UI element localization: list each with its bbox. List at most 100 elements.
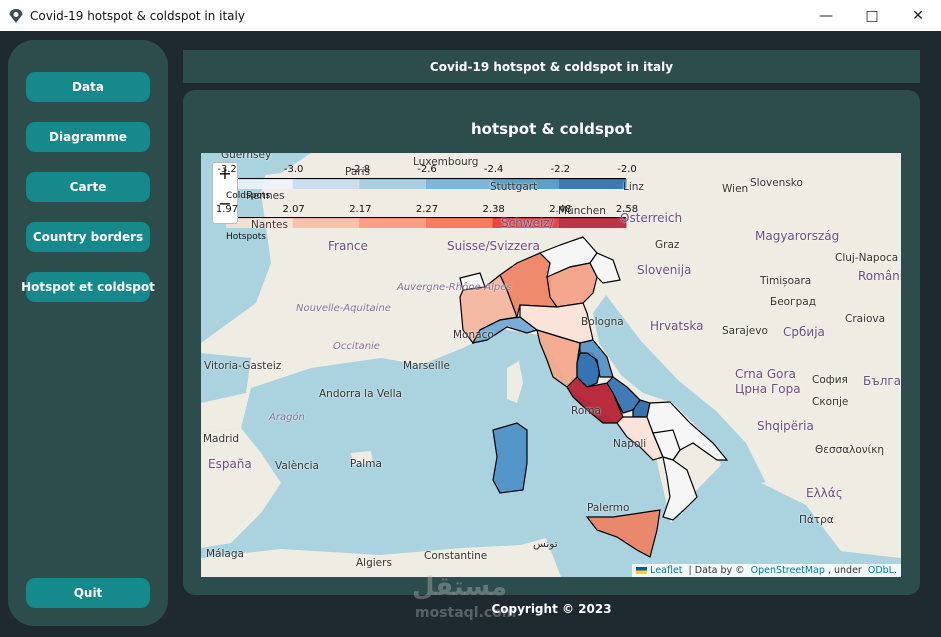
window-title: Covid-19 hotspot & coldspot in italy [30, 8, 245, 23]
tick-label: 2.27 [415, 204, 439, 215]
quit-button[interactable]: Quit [26, 578, 150, 608]
country-borders-button[interactable]: Country borders [26, 222, 150, 252]
map-label: Hrvatska [650, 319, 704, 333]
tick-label: 2.58 [615, 204, 639, 215]
map-label: Timișoara [760, 275, 812, 287]
tick-label: -2.8 [350, 164, 371, 175]
map-label: Nantes [251, 219, 288, 231]
carte-button[interactable]: Carte [26, 172, 150, 202]
copyright: Copyright © 2023 [491, 602, 612, 616]
map-label: Andorra la Vella [319, 388, 402, 400]
title-bar: Covid-19 hotspot & coldspot in italy — □… [0, 0, 941, 31]
map-label: Ελλάς [806, 486, 843, 500]
map-label: Shqipëria [757, 419, 814, 433]
map-label: Nouvelle-Aquitaine [296, 303, 391, 314]
map-label: Graz [655, 239, 680, 251]
coldspot-swatch [559, 179, 627, 189]
hotspot-swatch [359, 218, 427, 228]
map-label: Palma [350, 458, 382, 470]
app-icon [9, 8, 23, 23]
minimize-button[interactable]: — [803, 0, 849, 31]
map-label: Bologna [581, 316, 624, 328]
map-label: Auvergne-Rhône-Alpes [397, 282, 512, 293]
attribution-text-1: | Data by © [685, 565, 748, 576]
watermark-arabic: مستقل [412, 572, 508, 602]
map-label: Linz [623, 181, 644, 193]
coldspot-swatch [292, 179, 360, 189]
map-label: Црна Гора [735, 382, 801, 396]
map-attribution: Leaflet | Data by © OpenStreetMap , unde… [632, 564, 901, 577]
map-label: Napoli [613, 438, 647, 450]
map-label: Slovensko [750, 177, 803, 189]
odbl-link[interactable]: ODbL. [868, 565, 897, 576]
map-label: Craiova [845, 313, 886, 325]
close-button[interactable]: ✕ [895, 0, 941, 31]
map-label: Скопје [812, 396, 849, 408]
map[interactable]: Paris Luxembourg Stuttgart Linz Wien Slovensk… [201, 153, 901, 577]
map-label: Београд [770, 296, 816, 308]
region-sardegna[interactable] [492, 422, 528, 494]
tick-label: -3.0 [283, 164, 304, 175]
map-label: València [275, 460, 319, 472]
ukraine-flag-icon [636, 567, 648, 574]
hotspot-coldspot-button[interactable]: Hotspot et coldspot [21, 272, 155, 302]
tick-label: 2.48 [549, 204, 572, 215]
map-label: Wien [722, 183, 749, 195]
attribution-text-2: , under [827, 565, 865, 576]
map-label: Πάτρα [799, 514, 834, 526]
map-label: France [328, 239, 368, 253]
tick-label: 2.07 [282, 204, 305, 215]
map-label: Monaco [453, 329, 494, 341]
diagramme-button[interactable]: Diagramme [26, 122, 150, 152]
coldspot-swatch [426, 179, 494, 189]
map-label: Crna Gora [735, 367, 796, 381]
osm-link[interactable]: OpenStreetMap [751, 565, 825, 576]
map-label: Vitoria-Gasteiz [204, 360, 282, 372]
hotspots-caption: Hotspots [226, 232, 266, 242]
map-label: Málaga [206, 548, 244, 560]
map-label: Cluj-Napoca [835, 252, 899, 264]
page-header: Covid-19 hotspot & coldspot in italy [183, 50, 920, 83]
map-label: Sarajevo [722, 325, 768, 337]
panel-title: hotspot & coldspot [470, 120, 633, 138]
map-label: Θεσσαλονίκη [815, 444, 885, 456]
map-label: España [208, 457, 252, 471]
map-label: Palermo [587, 502, 630, 514]
map-label: Madrid [203, 433, 240, 445]
data-button[interactable]: Data [26, 72, 150, 102]
map-label: Suisse/Svizzera [447, 239, 540, 253]
map-label: Slovenija [637, 263, 692, 277]
map-label: Србија [783, 325, 825, 339]
map-label: Schweiz/ [501, 216, 554, 230]
map-label: Constantine [424, 550, 488, 562]
tick-label: 2.17 [349, 204, 372, 215]
map-label: Guernsey [221, 153, 272, 161]
maximize-button[interactable]: □ [849, 0, 895, 31]
coldspot-swatch [359, 179, 427, 189]
tick-label: -2.4 [483, 164, 504, 175]
hotspot-swatch [426, 218, 494, 228]
map-label: Roma [571, 405, 601, 417]
map-label: تونس [533, 538, 558, 550]
coldspot-colorbar [226, 179, 627, 189]
map-label: Aragón [269, 412, 305, 423]
tick-label: -2.2 [550, 164, 571, 175]
map-label: Occitanie [333, 341, 380, 352]
tick-label: -3.2 [217, 164, 237, 175]
map-label: Marseille [403, 360, 450, 372]
map-label: София [812, 374, 848, 386]
tick-label: -2.6 [417, 164, 437, 175]
tick-label: 1.97 [215, 204, 239, 215]
map-label: Magyarország [755, 229, 840, 243]
hotspot-swatch [292, 218, 360, 228]
map-label: Stuttgart [490, 181, 538, 193]
hotspot-swatch [559, 218, 627, 228]
sidebar: Data Diagramme Carte Country borders Hot… [8, 40, 168, 626]
map-label: România [858, 269, 901, 283]
tick-label: -2.0 [617, 164, 637, 175]
map-label: България [863, 374, 901, 388]
map-label: Algiers [356, 557, 392, 569]
coldspots-caption: Coldspots [226, 191, 271, 201]
tick-label: 2.38 [482, 204, 505, 215]
leaflet-link[interactable]: Leaflet [650, 565, 682, 576]
